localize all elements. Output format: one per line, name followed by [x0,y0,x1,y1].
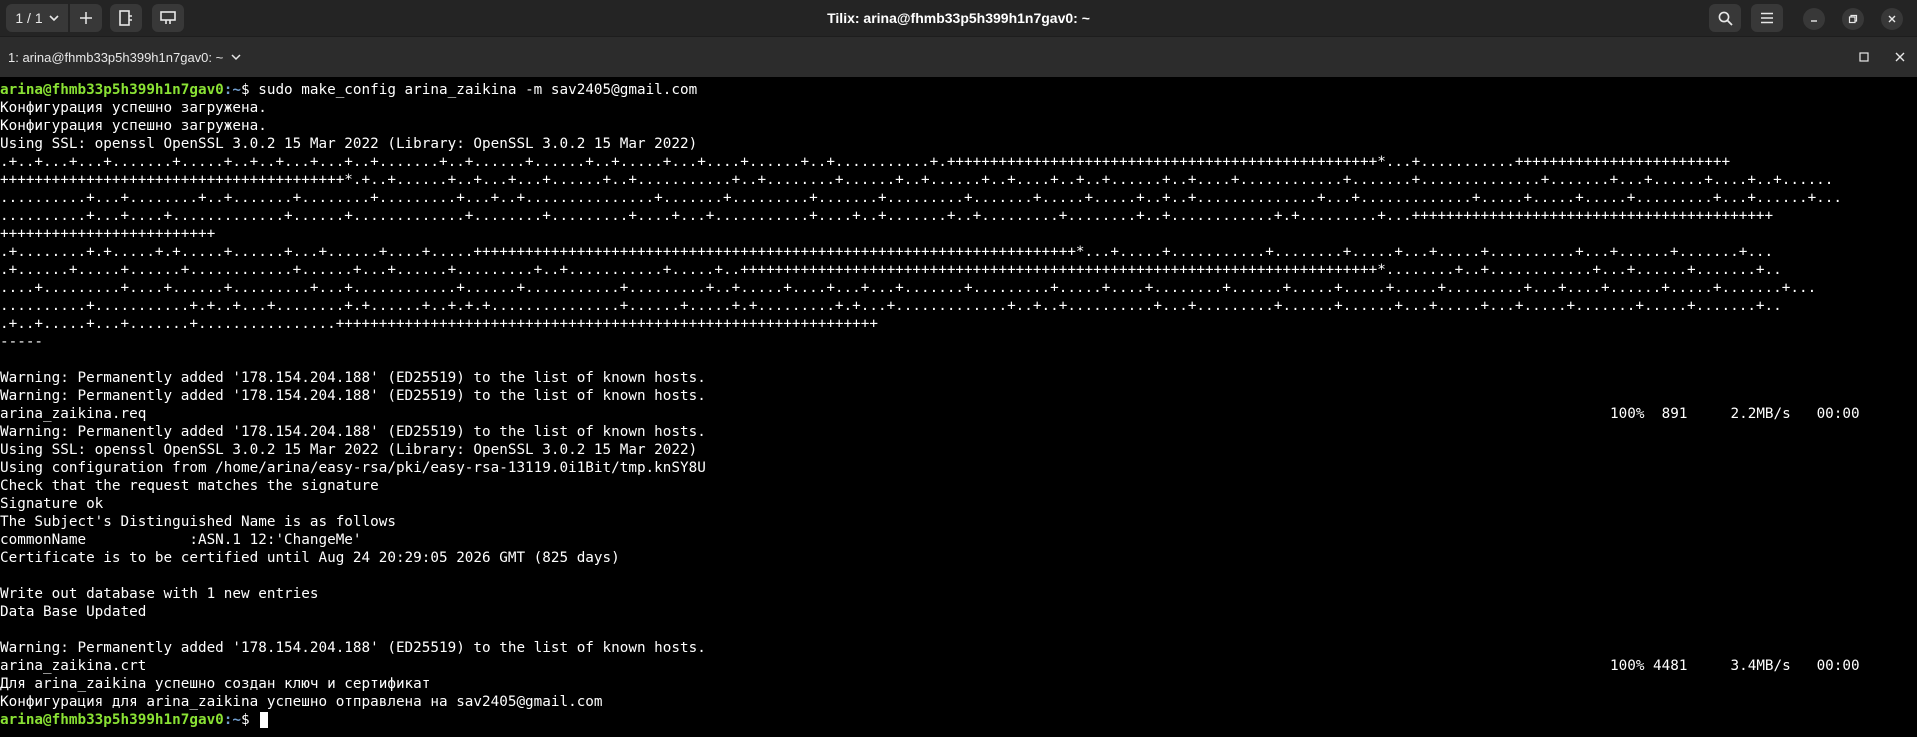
command-line: arina@fhmb33p5h399h1n7gav0:~$ sudo make_… [0,81,1917,99]
output-line: Конфигурация успешно загружена. [0,118,267,134]
chevron-down-icon [49,14,59,21]
terminal-output[interactable]: arina@fhmb33p5h399h1n7gav0:~$ sudo make_… [0,81,1917,737]
search-icon [1718,11,1733,26]
output-line: Warning: Permanently added '178.154.204.… [0,388,706,404]
window-title: Tilix: arina@fhmb33p5h399h1n7gav0: ~ [827,10,1090,26]
restore-button[interactable] [1842,8,1864,30]
output-line: Using SSL: openssl OpenSSL 3.0.2 15 Mar … [0,136,698,152]
transfer-line-crt: arina_zaikina.crt 100% 4481 3.4MB/s 00:00 [0,657,1917,675]
prompt-user-host: arina@fhmb33p5h399h1n7gav0 [0,82,224,98]
add-session-button[interactable] [70,4,102,32]
keygen-progress-line: .+........+.+.....+.+.....+......+...+..… [0,244,1774,260]
keygen-progress-line: ++++++++++++++++++++++++++++++++++++++++… [0,172,1834,188]
minimize-button[interactable] [1803,8,1825,30]
session-switcher-button[interactable]: 1 / 1 [6,4,68,32]
transfer-file: arina_zaikina.crt [0,658,147,674]
output-line: Signature ok [0,496,104,512]
output-line: Warning: Permanently added '178.154.204.… [0,424,706,440]
output-line: Check that the request matches the signa… [0,478,379,494]
output-line: The Subject's Distinguished Name is as f… [0,514,396,530]
maximize-icon [1859,52,1869,62]
prompt-symbol: $ [241,712,259,728]
terminal-titlebar: 1: arina@fhmb33p5h399h1n7gav0: ~ [0,37,1917,77]
keygen-progress-line: +++++++++++++++++++++++++ [0,226,216,242]
output-line: Using configuration from /home/arina/eas… [0,460,706,476]
session-switcher-label: 1 / 1 [15,10,43,26]
output-line: Data Base Updated [0,604,147,620]
transfer-file: arina_zaikina.req [0,406,147,422]
split-down-button[interactable] [152,4,184,32]
output-line: Warning: Permanently added '178.154.204.… [0,640,706,656]
keygen-progress-line: .+..+...+...+.......+.....+..+..+...+...… [0,154,1731,170]
keygen-progress-line: ..........+...........+.+..+...+........… [0,298,1782,314]
minimize-icon [1811,20,1817,22]
terminal-close-button[interactable] [1893,50,1907,64]
keygen-separator-line: ----- [0,334,44,350]
active-prompt-line: arina@fhmb33p5h399h1n7gav0:~$ [0,711,1917,729]
output-line: Using SSL: openssl OpenSSL 3.0.2 15 Mar … [0,442,698,458]
terminal-maximize-button[interactable] [1857,50,1871,64]
keygen-progress-line: ..........+...+....+.............+......… [0,208,1774,224]
output-line: Конфигурация для arina_zaikina успешно о… [0,694,603,710]
terminal-cursor [260,712,269,728]
plus-icon [80,12,92,24]
output-line: commonName :ASN.1 12:'ChangeMe' [0,532,362,548]
window-header: 1 / 1 Tilix: arina@fhmb33p5h399h1n7gav0:… [0,0,1917,37]
close-icon [1888,15,1896,23]
transfer-stats: 100% 891 2.2MB/s 00:00 [1610,406,1860,422]
output-line: Write out database with 1 new entries [0,586,319,602]
prompt-path: :~ [223,712,242,728]
prompt-user-host: arina@fhmb33p5h399h1n7gav0 [0,712,224,728]
keygen-progress-line: .+..+.....+...+.......+................+… [0,316,878,332]
output-line: Конфигурация успешно загружена. [0,100,267,116]
keygen-progress-line: ....+.........+....+......+.........+...… [0,280,1817,296]
close-window-button[interactable] [1881,8,1903,30]
transfer-line-req: arina_zaikina.req 100% 891 2.2MB/s 00:00 [0,405,1917,423]
close-icon [1895,52,1905,62]
terminal-title-label: 1: arina@fhmb33p5h399h1n7gav0: ~ [8,49,224,65]
prompt-symbol: $ [241,82,259,98]
split-down-icon [160,11,176,24]
prompt-path: :~ [223,82,242,98]
menu-button[interactable] [1751,4,1783,32]
search-button[interactable] [1709,4,1741,32]
split-right-icon [119,10,132,26]
command-text: sudo make_config arina_zaikina -m sav240… [258,82,698,98]
terminal-title-dropdown[interactable]: 1: arina@fhmb33p5h399h1n7gav0: ~ [8,37,241,77]
output-line: Для arina_zaikina успешно создан ключ и … [0,676,431,692]
keygen-progress-line: .+......+.....+......+............+.....… [0,262,1782,278]
split-right-button[interactable] [110,4,142,32]
maximize-icon [1848,14,1858,24]
chevron-down-icon [231,53,241,60]
output-line: Certificate is to be certified until Aug… [0,550,620,566]
keygen-progress-line: ..........+...+........+..+.......+.....… [0,190,1842,206]
hamburger-menu-icon [1761,12,1773,24]
transfer-stats: 100% 4481 3.4MB/s 00:00 [1610,658,1860,674]
output-line: Warning: Permanently added '178.154.204.… [0,370,706,386]
